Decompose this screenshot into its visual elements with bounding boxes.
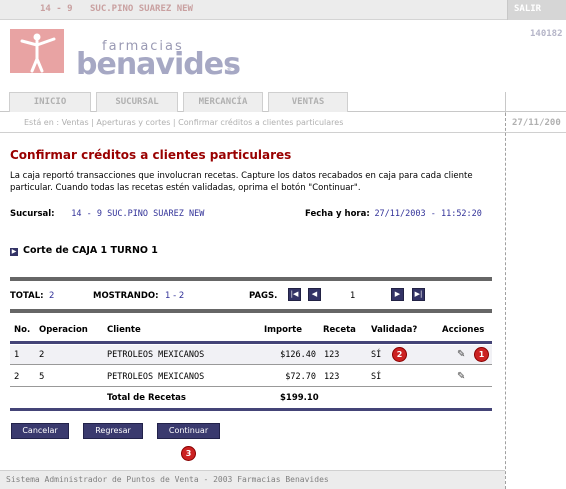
mostrando-value: 1 - 2	[165, 291, 185, 301]
cell-operacion: 5	[39, 372, 45, 382]
cell-receta: 123	[324, 350, 340, 360]
top-bar: 14 - 9 SUC.PINO SUAREZ NEW SALIR	[0, 0, 566, 20]
intro-text: La caja reportó transacciones que involu…	[10, 171, 473, 193]
branch-name: SUC.PINO SUAREZ NEW	[90, 4, 193, 14]
page-title: Confirmar créditos a clientes particular…	[10, 148, 292, 162]
sucursal-label: Sucursal:	[10, 209, 55, 219]
divider-table-top	[10, 309, 492, 313]
col-validada: Validada?	[371, 325, 418, 335]
annotation-badge-2: 2	[392, 347, 407, 362]
divider-table-bottom	[10, 408, 492, 411]
brand-big-text: benavides	[76, 47, 241, 82]
cell-importe: $72.70	[285, 372, 316, 382]
corte-heading: ▶ Corte de CAJA 1 TURNO 1	[10, 245, 158, 256]
pager: TOTAL: 2 MOSTRANDO: 1 - 2 PAGS. |◀ ◀ 1 ▶…	[10, 288, 492, 304]
prev-page-icon[interactable]: ◀	[308, 288, 321, 301]
content-divider	[505, 113, 506, 489]
tab-ventas[interactable]: VENTAS	[268, 92, 348, 112]
branch-code: 14 - 9	[40, 4, 73, 14]
breadcrumb-bar: Está en : Ventas | Aperturas y cortes | …	[0, 113, 566, 133]
pags-label: PAGS.	[249, 291, 278, 301]
cell-operacion: 2	[39, 350, 45, 360]
total-recetas-label: Total de Recetas	[107, 393, 186, 403]
annotation-badge-3: 3	[181, 446, 196, 461]
col-no: No.	[14, 325, 31, 335]
col-receta: Receta	[323, 325, 356, 335]
footer-text: Sistema Administrador de Puntos de Venta…	[6, 475, 329, 484]
fecha-value: 27/11/2003 - 11:52:20	[374, 209, 482, 219]
page-number: 1	[350, 291, 356, 301]
mostrando-label: MOSTRANDO:	[93, 291, 159, 301]
sucursal-value: 14 - 9 SUC.PINO SUAREZ NEW	[71, 209, 205, 219]
cancel-button[interactable]: Cancelar	[11, 423, 69, 439]
corte-text: Corte de CAJA 1 TURNO 1	[23, 245, 158, 256]
last-page-icon[interactable]: ▶|	[412, 288, 425, 301]
table-row: 1 2 PETROLEOS MEXICANOS $126.40 123 SÍ ✎	[10, 345, 492, 365]
cell-validada: SÍ	[371, 350, 382, 360]
tab-sucursal[interactable]: SUCURSAL	[96, 92, 178, 112]
fecha-label: Fecha y hora:	[305, 209, 370, 219]
cell-no: 1	[14, 350, 20, 360]
terminal-code: 140182	[530, 29, 563, 39]
sucursal-info: Sucursal: 14 - 9 SUC.PINO SUAREZ NEW	[10, 209, 204, 219]
main-tabs: INICIO SUCURSAL MERCANCÍA VENTAS	[0, 92, 566, 112]
breadcrumb: Está en : Ventas | Aperturas y cortes | …	[24, 118, 344, 127]
logout-button[interactable]: SALIR	[507, 0, 566, 20]
top-divider	[505, 92, 506, 113]
table-row: 2 5 PETROLEOS MEXICANOS $72.70 123 SÍ ✎	[10, 367, 492, 387]
divider-header	[10, 341, 492, 344]
back-button[interactable]: Regresar	[83, 423, 143, 439]
benavides-logo: farmacias benavides ®	[10, 29, 241, 82]
cell-importe: $126.40	[280, 350, 316, 360]
total-recetas-value: $199.10	[280, 393, 319, 403]
footer: Sistema Administrador de Puntos de Venta…	[0, 470, 505, 489]
table-totals: Total de Recetas $199.10	[10, 389, 492, 407]
first-page-icon[interactable]: |◀	[288, 288, 301, 301]
cell-validada: SÍ	[371, 372, 382, 382]
col-operacion: Operacion	[39, 325, 88, 335]
arrow-right-icon: ▶	[10, 248, 18, 256]
breadcrumb-date: 27/11/200	[512, 118, 561, 128]
fecha-info: Fecha y hora: 27/11/2003 - 11:52:20	[305, 209, 482, 219]
col-acciones: Acciones	[442, 325, 485, 335]
cell-no: 2	[14, 372, 20, 382]
next-page-icon[interactable]: ▶	[391, 288, 404, 301]
annotation-badge-1: 1	[474, 347, 489, 362]
registered-mark: ®	[226, 67, 232, 74]
tab-mercancia[interactable]: MERCANCÍA	[183, 92, 263, 112]
logo-figure-icon	[10, 29, 64, 73]
divider-top	[10, 277, 492, 281]
edit-pencil-icon[interactable]: ✎	[457, 350, 467, 360]
total-label: TOTAL:	[10, 291, 44, 301]
cell-cliente: PETROLEOS MEXICANOS	[107, 372, 205, 382]
cell-cliente: PETROLEOS MEXICANOS	[107, 350, 205, 360]
tab-inicio[interactable]: INICIO	[9, 92, 91, 112]
col-importe: Importe	[264, 325, 302, 335]
col-cliente: Cliente	[107, 325, 141, 335]
edit-pencil-icon[interactable]: ✎	[457, 372, 467, 382]
table-header: No. Operacion Cliente Importe Receta Val…	[10, 320, 492, 340]
cell-receta: 123	[324, 372, 340, 382]
continue-button[interactable]: Continuar	[157, 423, 220, 439]
total-value: 2	[49, 291, 55, 301]
